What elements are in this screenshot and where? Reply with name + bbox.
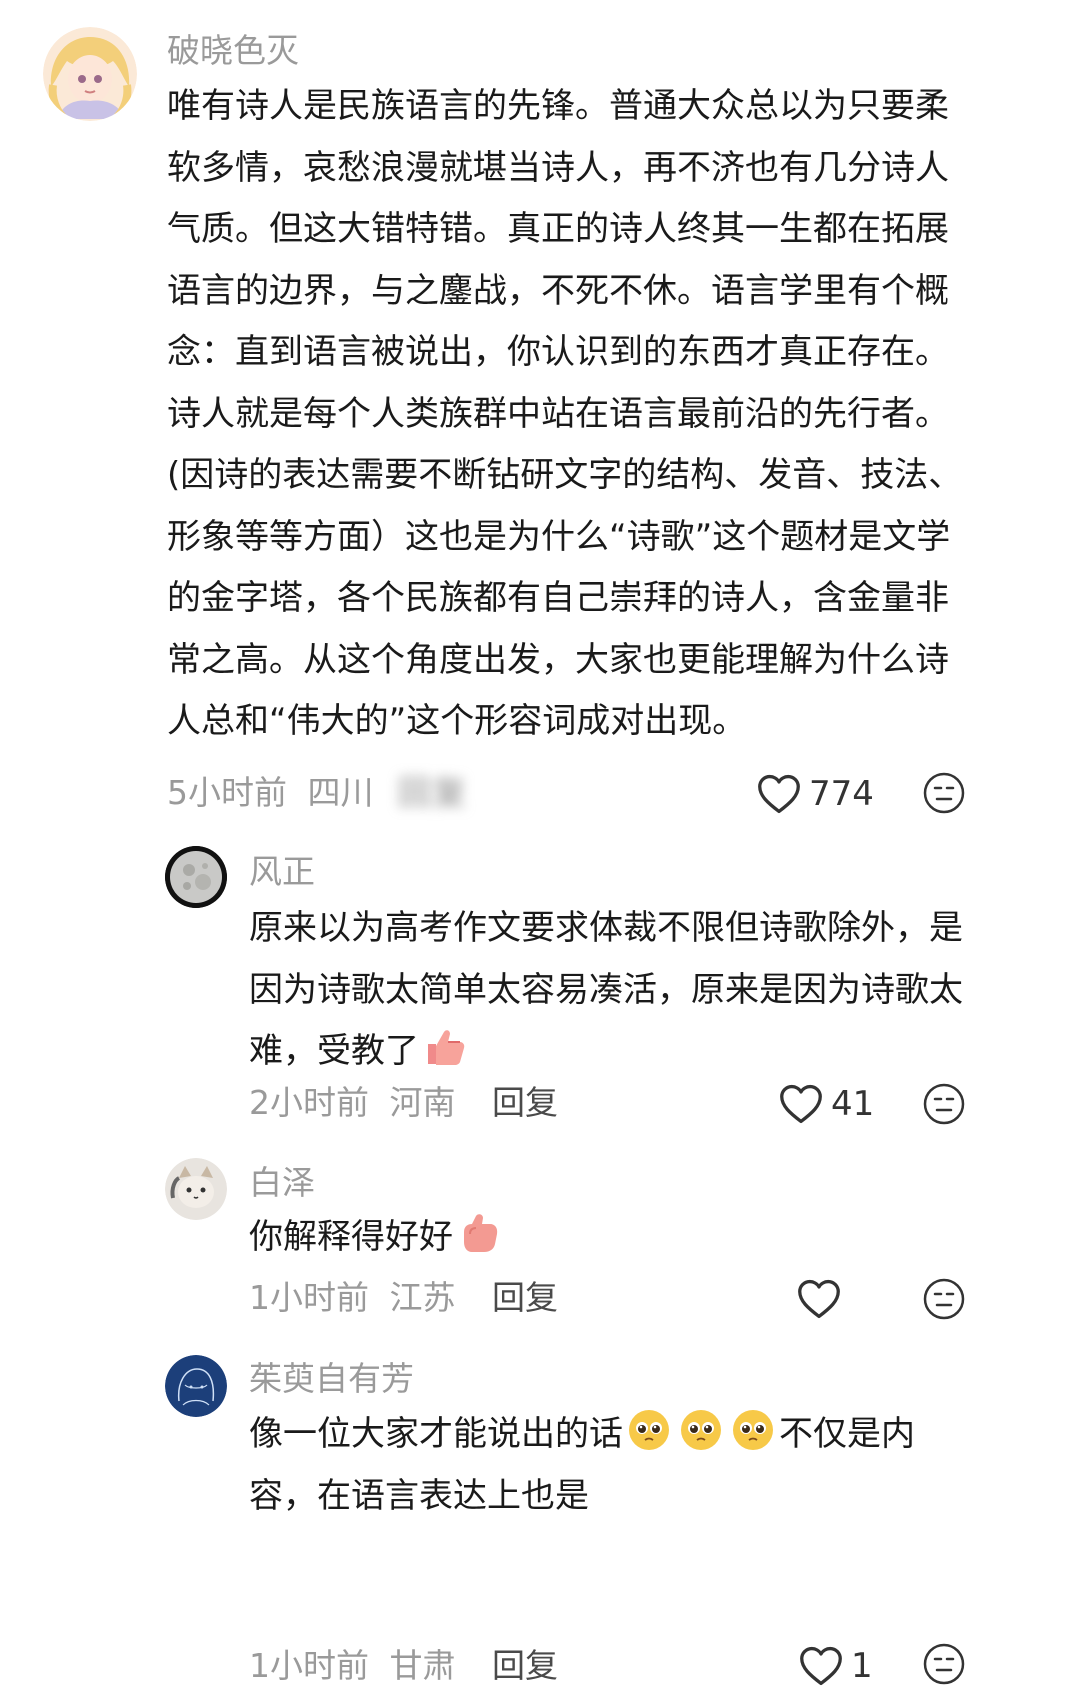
comment-meta: 1小时前 江苏 回复 bbox=[249, 1281, 558, 1314]
comment-text: 唯有诗人是民族语言的先锋。普通大众总以为只要柔软多情，哀愁浪漫就堪当诗人，再不济… bbox=[167, 86, 963, 741]
reaction-face-icon[interactable] bbox=[922, 1277, 966, 1321]
comment-time: 5小时前 bbox=[167, 773, 287, 812]
comment-meta: 2小时前 河南 回复 bbox=[249, 1086, 558, 1119]
comment-location: 四川 bbox=[307, 773, 374, 812]
thumbs-up-emoji-icon bbox=[464, 1214, 498, 1252]
pleading-face-emoji-icon bbox=[733, 1410, 773, 1450]
heart-icon bbox=[798, 1279, 840, 1319]
cat-avatar-icon bbox=[165, 1158, 227, 1220]
reply-button[interactable]: 回复 bbox=[492, 1649, 558, 1682]
like-button[interactable] bbox=[797, 1275, 849, 1323]
anime-girl-avatar-icon bbox=[43, 27, 137, 121]
pleading-face-emoji-icon bbox=[681, 1410, 721, 1450]
comment-text: 像一位大家才能说出的话 不仅是内容，在语言表达上也是 bbox=[249, 1404, 969, 1527]
like-count: 41 bbox=[831, 1084, 875, 1124]
username[interactable]: 破晓色灭 bbox=[167, 34, 299, 67]
comment-meta: 1小时前 甘肃 回复 bbox=[249, 1649, 558, 1682]
comment-text-content: 像一位大家才能说出的话 bbox=[249, 1414, 623, 1454]
reply-button[interactable]: 回复 bbox=[492, 1086, 558, 1119]
reply-button[interactable]: 回复 bbox=[492, 1281, 558, 1314]
comment-time: 1小时前 bbox=[249, 1646, 369, 1685]
reaction-face-icon[interactable] bbox=[922, 771, 966, 815]
comment-text-content: 你解释得好好 bbox=[249, 1217, 453, 1257]
comment-time: 2小时前 bbox=[249, 1083, 369, 1122]
like-button[interactable]: 774 bbox=[757, 770, 874, 818]
pleading-face-emoji-icon bbox=[629, 1410, 669, 1450]
thumbs-up-emoji-icon bbox=[428, 1030, 465, 1065]
username[interactable]: 茱萸自有芳 bbox=[249, 1362, 414, 1395]
comment-text: 原来以为高考作文要求体裁不限但诗歌除外，是因为诗歌太简单太容易凑活，原来是因为诗… bbox=[249, 898, 969, 1083]
blurred-reply-text: 回复 bbox=[398, 773, 468, 812]
username[interactable]: 风正 bbox=[249, 855, 315, 888]
heart-icon bbox=[780, 1084, 822, 1124]
like-count: 1 bbox=[851, 1646, 873, 1686]
avatar-user-4[interactable] bbox=[165, 1355, 227, 1417]
comment-text-content: 原来以为高考作文要求体裁不限但诗歌除外，是因为诗歌太简单太容易凑活，原来是因为诗… bbox=[249, 908, 963, 1071]
avatar-user-1[interactable] bbox=[43, 27, 137, 121]
avatar-user-2[interactable] bbox=[165, 846, 227, 908]
comment-location: 甘肃 bbox=[389, 1646, 456, 1685]
heart-icon bbox=[758, 774, 800, 814]
comment-text: 你解释得好好 bbox=[249, 1207, 969, 1269]
avatar-user-3[interactable] bbox=[165, 1158, 227, 1220]
reaction-face-icon[interactable] bbox=[922, 1642, 966, 1686]
like-count: 774 bbox=[809, 774, 874, 814]
reaction-face-icon[interactable] bbox=[922, 1082, 966, 1126]
like-button[interactable]: 41 bbox=[779, 1080, 874, 1128]
heart-icon bbox=[800, 1646, 842, 1686]
comment-time: 1小时前 bbox=[249, 1278, 369, 1317]
username[interactable]: 白泽 bbox=[249, 1166, 315, 1199]
line-art-avatar-icon bbox=[165, 1355, 227, 1417]
comment-meta: 5小时前 四川 回复 bbox=[167, 776, 468, 809]
moon-avatar-icon bbox=[165, 846, 227, 908]
comment-location: 河南 bbox=[389, 1083, 456, 1122]
comment-location: 江苏 bbox=[389, 1278, 456, 1317]
